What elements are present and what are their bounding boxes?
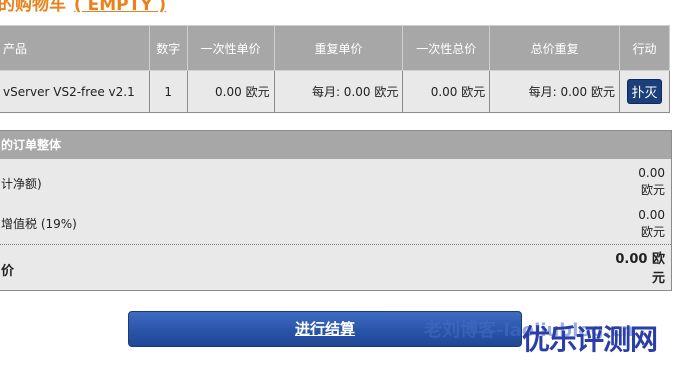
cart-title: 的购物车 ( EMPTY ) (0, 0, 166, 16)
total-label: 价 (1, 264, 15, 279)
cell-product: vServer VS2-free v2.1 (0, 70, 150, 113)
cell-quantity: 1 (148, 70, 188, 113)
header-onetime-total: 一次性总价 (402, 25, 491, 71)
watermark-site: 优乐评测网 (522, 323, 658, 356)
header-action: 行动 (619, 25, 670, 71)
cart-title-text: 的购物车 (0, 0, 66, 15)
vat-label: 增值税 (19%) (1, 217, 77, 231)
order-summary: 的订单整体 计净额) 0.00 欧元 增值税 (19%) 0.00 欧元 价 0… (0, 130, 672, 291)
vat-value: 0.00 欧元 (638, 208, 665, 239)
net-value: 0.00 欧元 (638, 166, 665, 197)
summary-divider (0, 244, 671, 245)
cart-table: 产品 数字 一次性单价 重复单价 一次性总价 总价重复 行动 vServer V… (0, 25, 670, 113)
checkout-label: 进行结算 (294, 320, 355, 338)
total-value: 0.00 欧元 (615, 252, 665, 286)
header-onetime-unit: 一次性单价 (186, 25, 275, 71)
cart-status-link[interactable]: ( EMPTY ) (74, 0, 166, 15)
summary-total-row: 价 0.00 欧元 (0, 250, 671, 288)
summary-net-row: 计净额) 0.00 欧元 (0, 165, 671, 201)
table-row: vServer VS2-free v2.1 1 0.00 欧元 每月: 0.00… (0, 70, 670, 113)
remove-button[interactable]: 扑灭 (627, 79, 662, 104)
cell-action: 扑灭 (619, 70, 670, 113)
cell-recurring-total: 每月: 0.00 欧元 (489, 70, 620, 113)
header-recurring-total: 总价重复 (489, 25, 620, 71)
cell-onetime-unit: 0.00 欧元 (186, 70, 275, 113)
header-quantity: 数字 (148, 25, 188, 71)
summary-title: 的订单整体 (0, 131, 671, 159)
summary-vat-row: 增值税 (19%) 0.00 欧元 (0, 207, 671, 243)
cell-recurring-unit: 每月: 0.00 欧元 (273, 70, 404, 113)
cart-table-header-row: 产品 数字 一次性单价 重复单价 一次性总价 总价重复 行动 (0, 25, 670, 71)
net-label: 计净额) (1, 177, 42, 191)
header-product: 产品 (0, 25, 150, 71)
cell-onetime-total: 0.00 欧元 (402, 70, 491, 113)
header-recurring-unit: 重复单价 (273, 25, 404, 71)
